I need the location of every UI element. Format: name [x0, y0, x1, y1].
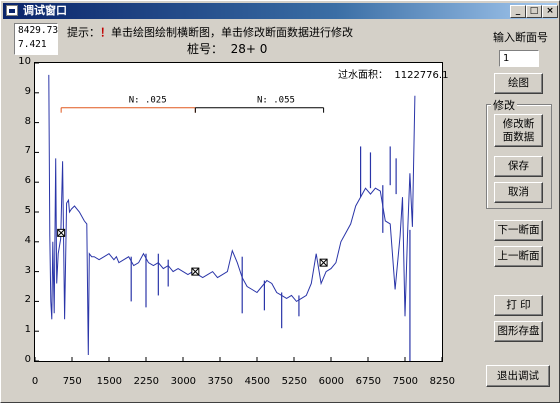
prev-section-button[interactable]: 上一断面 [494, 246, 543, 267]
y-tick-label: 10 [18, 56, 31, 67]
hint-text: 提示：！单击绘图绘制横断图，单击修改断面数据进行修改 [67, 24, 353, 40]
save-button[interactable]: 保存 [494, 156, 543, 177]
cross-section-chart: N: .025 N: .055 [34, 62, 443, 376]
coord-x: 8429.73 [18, 25, 59, 36]
coordinate-readout: 8429.73 7.421 [14, 23, 58, 55]
save-image-button[interactable]: 图形存盘 [494, 321, 543, 342]
hint-body: 单击绘图绘制横断图，单击修改断面数据进行修改 [111, 26, 353, 39]
maximize-button[interactable]: □ [526, 5, 542, 18]
x-tick-label: 5250 [281, 376, 308, 387]
modify-section-button[interactable]: 修改断面数据 [494, 114, 543, 147]
y-tick-label: 4 [24, 234, 31, 246]
next-section-button[interactable]: 下一断面 [494, 220, 543, 241]
section-number-label: 输入断面号 [493, 31, 548, 44]
close-button[interactable]: × [542, 5, 558, 18]
x-tick-label: 750 [62, 376, 82, 387]
x-tick-label: 3000 [170, 376, 197, 387]
x-tick-label: 0 [31, 376, 39, 387]
x-tick-label: 1500 [96, 376, 123, 387]
x-tick-label: 3750 [207, 376, 234, 387]
hint-prefix: 提示： [67, 26, 100, 39]
y-tick-label: 9 [24, 85, 31, 97]
modify-group-title: 修改 [491, 97, 517, 113]
draw-button[interactable]: 绘图 [494, 73, 543, 94]
x-tick-label: 2250 [133, 376, 160, 387]
x-tick-label: 6750 [355, 376, 382, 387]
flow-area-value: 1122776.1 [394, 70, 449, 81]
y-tick-label: 3 [24, 264, 31, 276]
app-icon [6, 5, 18, 16]
flow-area-label: 过水面积： 1122776.1 [338, 66, 448, 81]
y-tick-label: 1 [24, 324, 31, 336]
coord-y: 7.421 [18, 39, 47, 50]
station-label: 桩号： 28+ 0 [187, 40, 267, 57]
roughness-label: N: .055 [257, 96, 295, 106]
hint-mark: ！ [100, 26, 111, 39]
print-button[interactable]: 打 印 [494, 295, 543, 316]
cross-section-plot[interactable]: N: .025 N: .055 [34, 62, 443, 376]
y-tick-label: 6 [24, 175, 31, 187]
title-bar[interactable]: 调试窗口 _ □ × [3, 3, 558, 19]
section-number-input[interactable] [499, 50, 539, 67]
x-tick-label: 7500 [392, 376, 419, 387]
debug-window: 调试窗口 _ □ × 8429.73 7.421 提示：！单击绘图绘制横断图，单… [0, 0, 560, 403]
x-tick-label: 4500 [244, 376, 271, 387]
station-caption: 桩号： [187, 42, 224, 56]
minimize-button[interactable]: _ [510, 5, 526, 18]
y-tick-label: 7 [24, 145, 31, 157]
window-title: 调试窗口 [23, 4, 67, 17]
station-value: 28+ 0 [230, 42, 268, 56]
y-tick-label: 2 [24, 294, 31, 306]
cancel-button[interactable]: 取消 [494, 182, 543, 203]
x-tick-label: 6000 [318, 376, 345, 387]
y-tick-label: 5 [24, 205, 31, 216]
y-tick-label: 8 [24, 115, 31, 127]
cross-section-line [48, 74, 416, 356]
y-tick-label: 0 [24, 354, 31, 365]
x-tick-label: 8250 [429, 376, 456, 387]
flow-area-caption: 过水面积： [338, 70, 388, 81]
exit-debug-button[interactable]: 退出调试 [486, 365, 550, 387]
roughness-label: N: .025 [129, 96, 167, 106]
